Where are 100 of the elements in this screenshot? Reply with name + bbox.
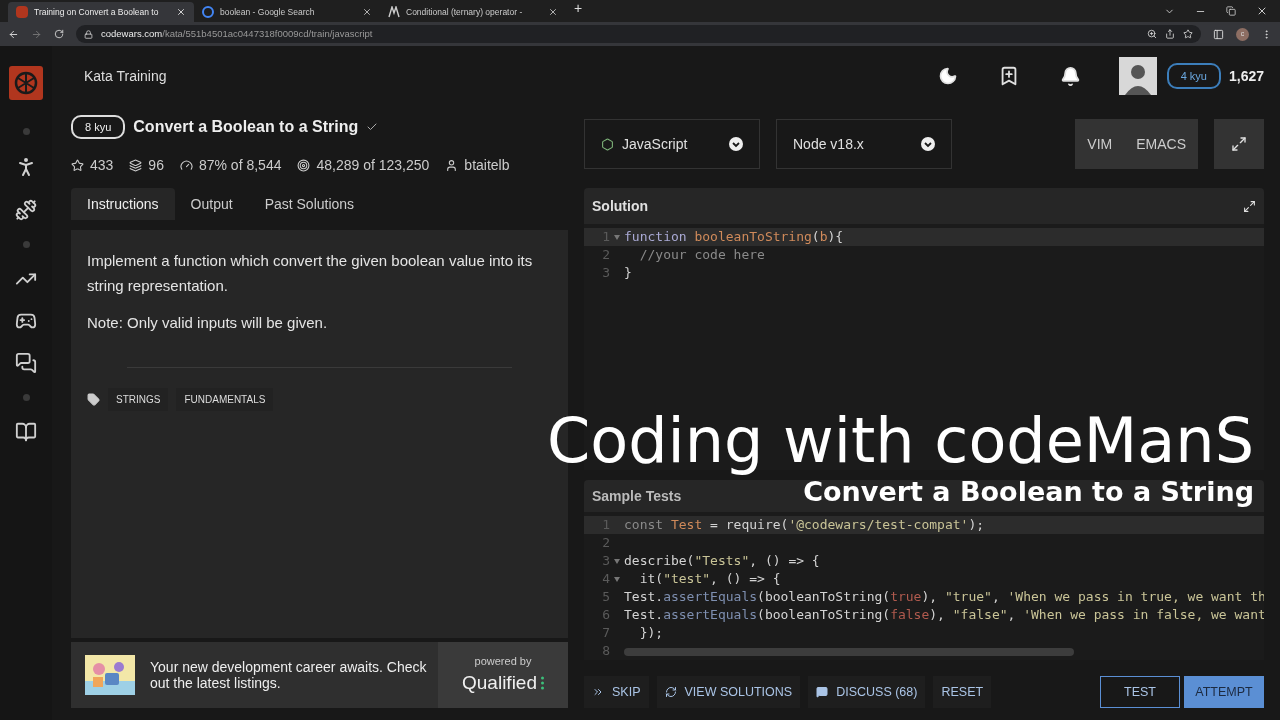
code-line: describe("Tests", () => { bbox=[624, 552, 820, 570]
code-line: function booleanToString(b){ bbox=[624, 228, 844, 246]
kyu-badge: 8 kyu bbox=[71, 114, 126, 140]
editor-mode-button[interactable]: EMACS bbox=[1124, 119, 1198, 169]
notifications-icon[interactable] bbox=[1059, 65, 1081, 87]
tab-title: boolean - Google Search bbox=[220, 5, 316, 19]
close-icon[interactable] bbox=[176, 7, 186, 17]
code-line: const Test = require('@codewars/test-compat'); bbox=[624, 516, 985, 534]
action-button[interactable]: VIEW SOLUTIONS bbox=[656, 676, 801, 708]
check-icon bbox=[366, 121, 379, 133]
powered-by-text: powered by bbox=[474, 653, 532, 669]
bookmark-star-icon[interactable] bbox=[1183, 29, 1193, 39]
dropdown[interactable]: Node v18.x bbox=[776, 119, 952, 169]
line-number: 6 bbox=[601, 606, 610, 624]
book-icon[interactable] bbox=[15, 421, 37, 443]
stat-text: btaitelb bbox=[464, 156, 510, 175]
restore-icon[interactable] bbox=[1226, 6, 1236, 16]
panel-title: Sample Tests bbox=[592, 486, 682, 506]
close-icon[interactable] bbox=[1256, 5, 1268, 17]
panel-title: Solution bbox=[592, 196, 648, 216]
dropdown[interactable]: JavaScript bbox=[584, 119, 760, 169]
browser-tab[interactable]: Conditional (ternary) operator - bbox=[380, 2, 566, 22]
line-number: 7 bbox=[601, 624, 610, 642]
overlay-subtitle: Convert a Boolean to a String bbox=[803, 476, 1254, 508]
test-button[interactable]: TEST bbox=[1100, 676, 1180, 708]
action-button[interactable]: RESET bbox=[933, 676, 992, 708]
stars-icon bbox=[71, 159, 84, 172]
address-bar[interactable]: codewars.com/kata/551b4501ac0447318f0009cd/train/javascript bbox=[76, 25, 1201, 43]
stat-text: 96 bbox=[148, 156, 164, 175]
line-number: 3 bbox=[601, 264, 610, 282]
stat-text: 48,289 of 123,250 bbox=[316, 156, 430, 175]
new-tab-button[interactable]: + bbox=[574, 0, 583, 19]
tag-icon bbox=[87, 393, 100, 406]
code-line: Test.assertEquals(booleanToString(false), "false", 'When we pass in false, we want bbox=[624, 606, 1264, 624]
tab[interactable]: Output bbox=[174, 188, 249, 220]
reload-icon[interactable] bbox=[54, 29, 64, 39]
stat-text: 87% of 8,544 bbox=[198, 156, 282, 175]
chat-icon[interactable] bbox=[15, 352, 37, 374]
user-avatar[interactable] bbox=[1118, 57, 1157, 95]
tab-title: Conditional (ternary) operator - bbox=[406, 5, 524, 19]
code-line: it("test", () => { bbox=[638, 570, 781, 588]
line-number: 2 bbox=[601, 246, 610, 264]
line-number: 4 bbox=[601, 570, 610, 588]
solutions-icon bbox=[664, 686, 677, 698]
fold-icon[interactable] bbox=[614, 576, 620, 582]
code-line: } bbox=[624, 264, 632, 282]
moon-icon[interactable] bbox=[937, 66, 958, 86]
collections-icon bbox=[129, 159, 143, 172]
url-path: /kata/551b4501ac0447318f0009cd/train/javascript bbox=[162, 27, 373, 39]
action-button[interactable]: DISCUSS (68) bbox=[808, 676, 926, 708]
ad-text[interactable]: Your new development career awaits. Check out the latest listings. bbox=[150, 659, 430, 691]
tag[interactable]: STRINGS bbox=[108, 388, 169, 411]
favicon-icon bbox=[388, 6, 400, 18]
editor-mode-button[interactable]: VIM bbox=[1075, 119, 1125, 169]
browser-tab[interactable]: boolean - Google Search bbox=[194, 2, 380, 22]
google-icon bbox=[202, 6, 214, 18]
fold-icon[interactable] bbox=[614, 234, 620, 240]
description-text: Note: Only valid inputs will be given. bbox=[87, 313, 329, 333]
browser-tab[interactable]: Training on Convert a Boolean to bbox=[8, 2, 194, 22]
completed-icon bbox=[297, 159, 311, 172]
stat-text: 433 bbox=[90, 156, 114, 175]
satisfaction-icon bbox=[179, 159, 193, 172]
overlay-title: Coding with codeManS bbox=[546, 406, 1254, 476]
attempt-button[interactable]: ATTEMPT bbox=[1184, 676, 1264, 708]
back-icon[interactable] bbox=[8, 28, 19, 40]
tab[interactable]: Instructions bbox=[71, 188, 175, 220]
url-domain: codewars.com bbox=[101, 27, 163, 39]
discuss-icon bbox=[816, 686, 829, 698]
line-number: 8 bbox=[601, 642, 610, 660]
node-icon bbox=[601, 137, 614, 151]
brand-logo-text[interactable]: Qualified bbox=[462, 669, 537, 698]
logo-icon[interactable] bbox=[9, 66, 43, 100]
page-title: Kata Training bbox=[84, 66, 167, 86]
dumbbell-icon[interactable] bbox=[15, 199, 37, 221]
rank-badge: 4 kyu bbox=[1166, 62, 1221, 90]
forward-icon[interactable] bbox=[31, 28, 42, 40]
code-line: //your code here bbox=[638, 246, 765, 264]
code-line: Test.assertEquals(booleanToString(true), "true", 'When we pass in true, we want th bbox=[624, 588, 1264, 606]
tag[interactable]: FUNDAMENTALS bbox=[176, 388, 274, 411]
share-icon[interactable] bbox=[1165, 29, 1175, 39]
zoom-icon[interactable] bbox=[1147, 29, 1157, 39]
lock-icon bbox=[84, 29, 93, 39]
favicon-icon bbox=[16, 6, 28, 18]
description-text: Implement a function which convert the given boolean value into its string representation. bbox=[87, 251, 534, 296]
fullscreen-button[interactable] bbox=[1214, 119, 1264, 169]
side-panel-icon[interactable] bbox=[1213, 28, 1224, 40]
author-icon bbox=[445, 159, 459, 172]
close-icon[interactable] bbox=[362, 7, 372, 17]
action-button[interactable]: SKIP bbox=[584, 676, 649, 708]
kata-title: Convert a Boolean to a String bbox=[133, 117, 359, 137]
fold-icon[interactable] bbox=[614, 558, 620, 564]
tab[interactable]: Past Solutions bbox=[248, 188, 371, 220]
expand-icon[interactable] bbox=[1243, 199, 1256, 213]
line-number: 5 bbox=[601, 588, 610, 606]
close-icon[interactable] bbox=[548, 7, 558, 17]
tab-title: Training on Convert a Boolean to bbox=[34, 5, 160, 19]
line-number: 3 bbox=[601, 552, 610, 570]
skip-icon bbox=[592, 686, 604, 698]
dots-icon bbox=[541, 675, 544, 692]
line-number: 2 bbox=[601, 534, 610, 552]
